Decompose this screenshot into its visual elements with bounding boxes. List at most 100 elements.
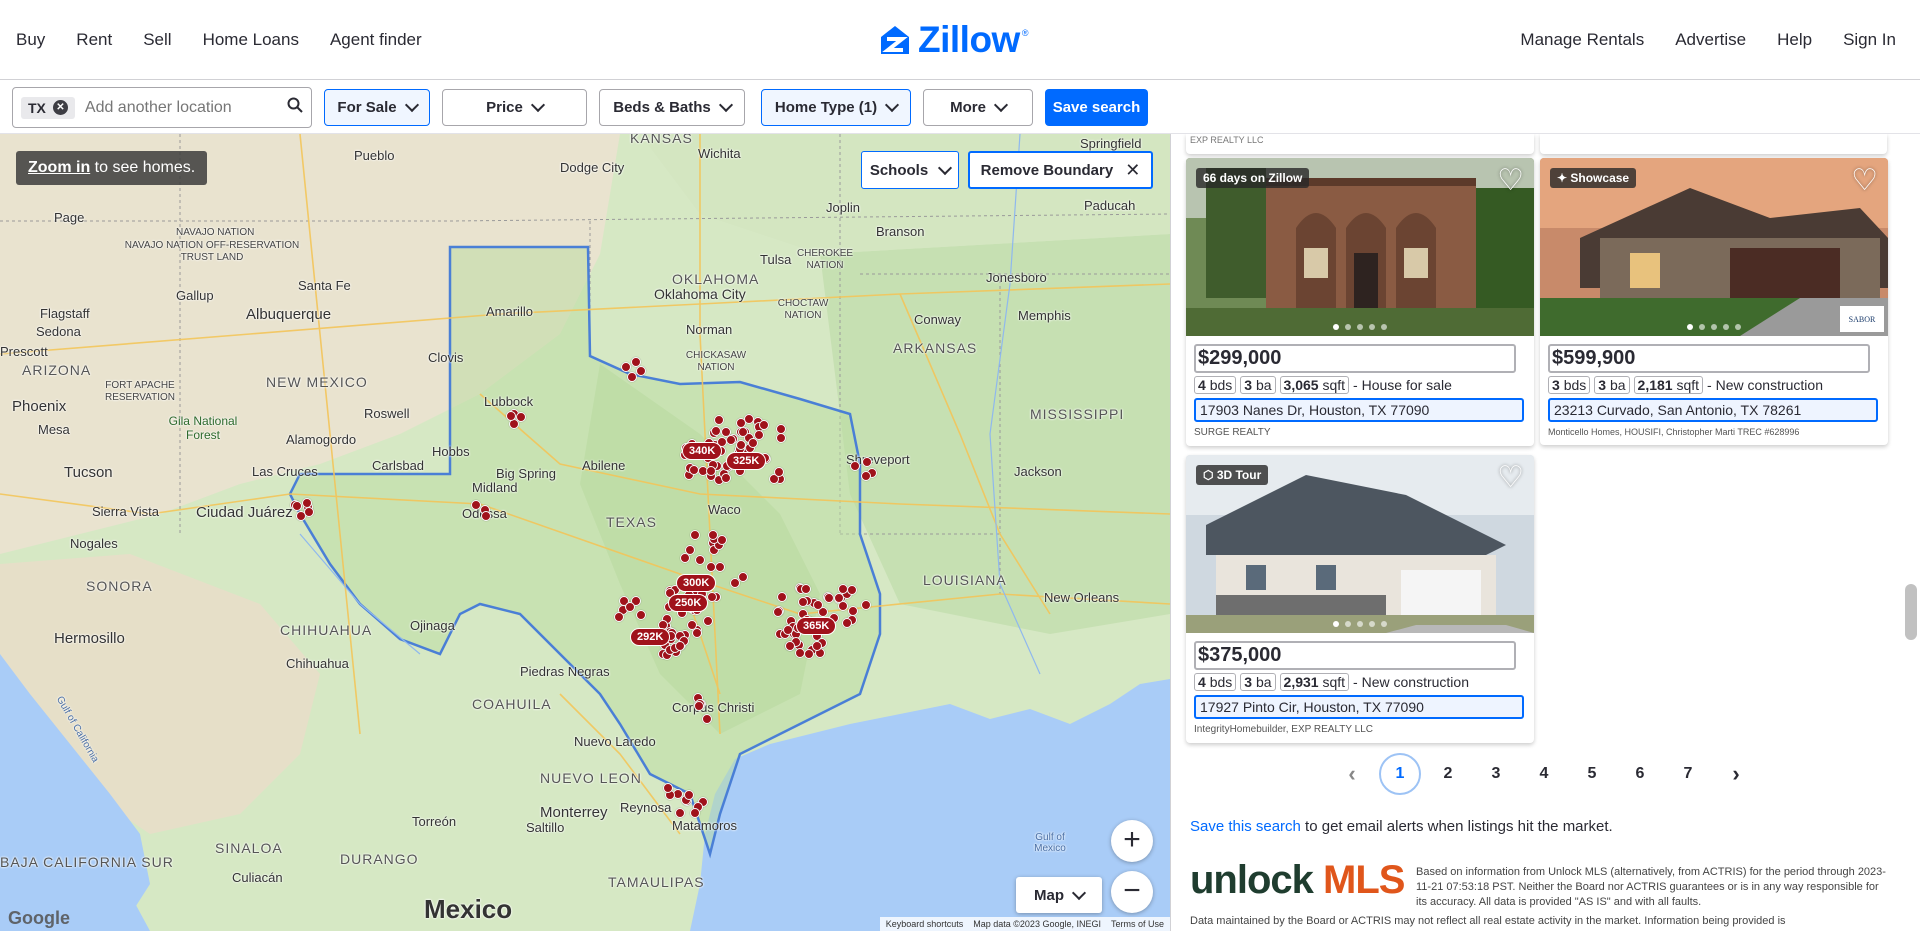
nav-agent-finder[interactable]: Agent finder [330, 30, 422, 50]
map-type-button[interactable]: Map [1016, 877, 1102, 913]
photo-dot[interactable] [1723, 324, 1729, 330]
price-pin[interactable]: 325K [726, 452, 767, 470]
photo-dot[interactable] [1699, 324, 1705, 330]
remove-boundary-button[interactable]: Remove Boundary ✕ [968, 151, 1153, 189]
nav-help[interactable]: Help [1777, 30, 1812, 50]
listing-card[interactable]: SABOR ✦ Showcase ♡ $599,900 3 bds 3 ba 2… [1540, 158, 1888, 445]
nav-manage-rentals[interactable]: Manage Rentals [1520, 30, 1644, 50]
save-search-button[interactable]: Save search [1045, 89, 1148, 126]
photo-dot[interactable] [1687, 324, 1693, 330]
nav-sell[interactable]: Sell [143, 30, 171, 50]
listing-pin[interactable] [785, 640, 796, 651]
zoom-out-button[interactable]: − [1111, 871, 1153, 913]
price-pin[interactable]: 250K [668, 594, 709, 612]
page-5[interactable]: 5 [1568, 753, 1616, 795]
listing-pin[interactable] [707, 530, 718, 541]
listing-pin[interactable] [748, 437, 759, 448]
listing-pin[interactable] [690, 807, 701, 818]
photo-dot[interactable] [1345, 621, 1351, 627]
listing-address[interactable]: 17903 Nanes Dr, Houston, TX 77090 [1194, 398, 1524, 422]
listing-pin[interactable] [505, 410, 516, 421]
zoom-in-button[interactable]: + [1111, 820, 1153, 862]
keyboard-shortcuts-link[interactable]: Keyboard shortcuts [886, 919, 964, 929]
listing-address[interactable]: 23213 Curvado, San Antonio, TX 78261 [1548, 398, 1878, 422]
home-type-filter[interactable]: Home Type (1) [761, 89, 911, 126]
listing-photo[interactable]: 66 days on Zillow ♡ [1186, 158, 1534, 336]
save-this-search-link[interactable]: Save this search [1190, 818, 1301, 835]
page-1[interactable]: 1 [1379, 753, 1421, 795]
listing-pin[interactable] [861, 470, 872, 481]
nav-home-loans[interactable]: Home Loans [203, 30, 299, 50]
location-search-box[interactable]: TX ✕ [12, 87, 312, 128]
listing-pin[interactable] [707, 591, 718, 602]
photo-dot[interactable] [1345, 324, 1351, 330]
listing-card[interactable]: 66 days on Zillow ♡ $299,000 4 bds 3 ba … [1186, 158, 1534, 446]
listing-pin[interactable] [841, 618, 852, 629]
photo-dot[interactable] [1357, 621, 1363, 627]
heart-icon[interactable]: ♡ [1497, 463, 1524, 493]
zillow-logo[interactable]: Zillow ® [878, 19, 1028, 60]
nav-sign-in[interactable]: Sign In [1843, 30, 1896, 50]
for-sale-filter[interactable]: For Sale [324, 89, 430, 126]
search-icon[interactable] [287, 97, 303, 118]
remove-chip-icon[interactable]: ✕ [52, 100, 68, 115]
listing-pin[interactable] [772, 606, 783, 617]
beds-baths-filter[interactable]: Beds & Baths [599, 89, 745, 126]
listing-pin[interactable] [725, 434, 736, 445]
page-3[interactable]: 3 [1472, 753, 1520, 795]
listing-address[interactable]: 17927 Pinto Cir, Houston, TX 77090 [1194, 695, 1524, 719]
scrollbar-thumb[interactable] [1905, 584, 1917, 640]
photo-dot[interactable] [1381, 621, 1387, 627]
price-pin[interactable]: 292K [630, 628, 671, 646]
nav-advertise[interactable]: Advertise [1675, 30, 1746, 50]
listing-pin[interactable] [797, 596, 808, 607]
listing-pin[interactable] [663, 782, 674, 793]
listing-pin[interactable] [737, 427, 748, 438]
listing-pin[interactable] [846, 585, 857, 596]
price-pin[interactable]: 365K [796, 617, 837, 635]
listing-pin[interactable] [803, 648, 814, 659]
listing-pin[interactable] [812, 599, 823, 610]
listing-pin[interactable] [635, 609, 646, 620]
photo-dot[interactable] [1369, 324, 1375, 330]
listing-pin[interactable] [480, 511, 491, 522]
photo-dot[interactable] [1735, 324, 1741, 330]
prev-page-icon[interactable]: ‹ [1328, 753, 1376, 795]
listing-pin[interactable] [694, 555, 705, 566]
listing-card[interactable]: ⬡ 3D Tour ♡ $375,000 4 bds 3 ba 2,931 sq… [1186, 455, 1534, 743]
listing-pin[interactable] [685, 544, 696, 555]
listing-pin[interactable] [717, 534, 728, 545]
page-6[interactable]: 6 [1616, 753, 1664, 795]
listing-pin[interactable] [715, 561, 726, 572]
listing-pin[interactable] [744, 413, 755, 424]
listing-panel[interactable]: EXP REALTY LLC 66 days on Zillow ♡ $299,… [1170, 134, 1920, 931]
price-pin[interactable]: 340K [682, 442, 723, 460]
listing-pin[interactable] [624, 601, 635, 612]
listing-pin[interactable] [675, 807, 686, 818]
nav-rent[interactable]: Rent [76, 30, 112, 50]
photo-dot[interactable] [1357, 324, 1363, 330]
listing-pin[interactable] [689, 464, 700, 475]
listing-pin[interactable] [614, 611, 625, 622]
listing-pin[interactable] [703, 615, 714, 626]
page-7[interactable]: 7 [1664, 753, 1712, 795]
photo-dot[interactable] [1369, 621, 1375, 627]
map[interactable]: KANSAS OKLAHOMA ARKANSAS NEW MEXICO ARIZ… [0, 134, 1170, 931]
price-filter[interactable]: Price [442, 89, 587, 126]
photo-dot[interactable] [1333, 324, 1339, 330]
more-filter[interactable]: More [923, 89, 1033, 126]
heart-icon[interactable]: ♡ [1851, 166, 1878, 196]
page-2[interactable]: 2 [1424, 753, 1472, 795]
listing-pin[interactable] [621, 361, 632, 372]
listing-pin[interactable] [834, 592, 845, 603]
page-4[interactable]: 4 [1520, 753, 1568, 795]
listing-pin[interactable] [626, 371, 637, 382]
listing-photo[interactable]: ⬡ 3D Tour ♡ [1186, 455, 1534, 633]
terms-of-use-link[interactable]: Terms of Use [1111, 919, 1164, 929]
search-input[interactable] [84, 98, 265, 117]
listing-pin[interactable] [630, 356, 641, 367]
listing-pin[interactable] [824, 592, 835, 603]
schools-button[interactable]: Schools [861, 151, 959, 189]
listing-photo[interactable]: SABOR ✦ Showcase ♡ [1540, 158, 1888, 336]
heart-icon[interactable]: ♡ [1497, 166, 1524, 196]
